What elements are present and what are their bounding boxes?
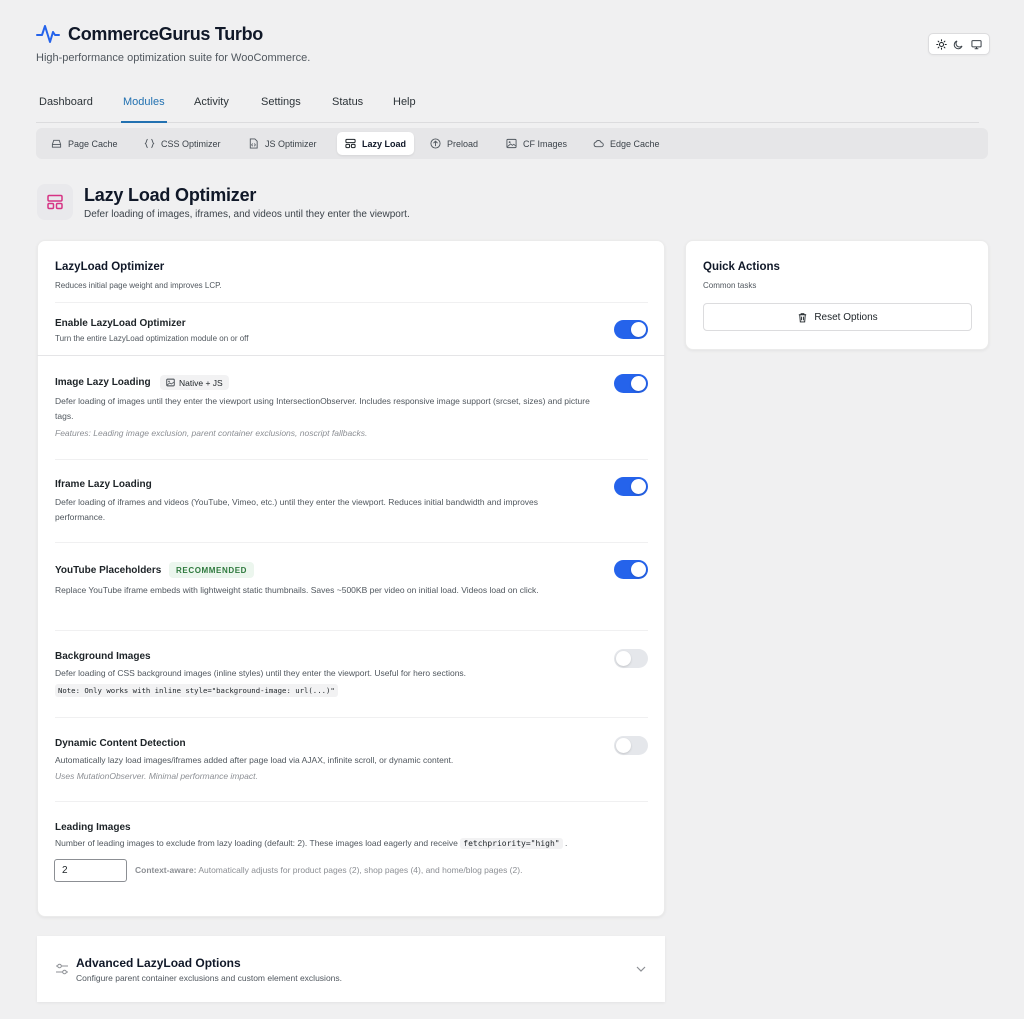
subtab-label: JS Optimizer [265,138,317,149]
background-images-desc: Defer loading of CSS background images (… [55,668,467,678]
background-images-toggle[interactable] [614,649,648,668]
image-lazy-toggle[interactable] [614,374,648,393]
leading-images-input[interactable] [54,859,127,882]
context-aware-text: Automatically adjusts for product pages … [198,865,523,875]
file-code-icon [248,138,259,149]
divider [55,459,648,460]
advanced-options-title: Advanced LazyLoad Options [76,956,241,970]
image-icon [166,378,175,387]
enable-title: Enable LazyLoad Optimizer [55,318,186,329]
quick-actions-card [685,240,989,350]
fetchpriority-code: fetchpriority="high" [460,838,563,849]
subtab-lazy-load[interactable]: Lazy Load [337,132,415,155]
context-aware-label: Context-aware: [135,865,197,875]
sun-icon[interactable] [936,38,947,50]
subtab-label: Edge Cache [610,138,660,149]
dynamic-content-note: Uses MutationObserver. Minimal performan… [55,771,258,781]
subtab-css-optimizer[interactable]: CSS Optimizer [136,132,229,155]
main-tabs: Dashboard Modules Activity Settings Stat… [36,94,979,123]
page-subtitle: Defer loading of images, iframes, and vi… [84,209,410,220]
chevron-down-icon[interactable] [635,964,647,974]
enable-lazyload-toggle[interactable] [614,320,648,339]
page-title: Lazy Load Optimizer [84,185,257,205]
leading-desc-suffix: . [564,838,568,848]
divider [55,630,648,631]
card-title: LazyLoad Optimizer [55,261,165,273]
background-images-title: Background Images [55,651,151,662]
theme-switcher [928,33,990,55]
divider [55,717,648,718]
tab-help[interactable]: Help [393,96,416,108]
subtab-js-optimizer[interactable]: JS Optimizer [240,132,325,155]
cloud-icon [593,138,604,149]
tab-activity[interactable]: Activity [194,96,229,108]
tab-settings[interactable]: Settings [261,96,301,108]
app-title: CommerceGurus Turbo [68,23,263,44]
subtab-label: Lazy Load [362,138,407,149]
tab-status[interactable]: Status [332,96,363,108]
image-lazy-desc: Defer loading of images until they enter… [55,396,590,421]
subtab-page-cache[interactable]: Page Cache [43,132,126,155]
advanced-options-subtitle: Configure parent container exclusions an… [76,973,343,983]
arrow-up-circle-icon [430,138,441,149]
subtab-label: CSS Optimizer [161,138,221,149]
reset-options-button[interactable]: Reset Options [703,303,972,331]
iframe-lazy-toggle[interactable] [614,477,648,496]
subtab-label: Preload [447,138,479,149]
moon-icon[interactable] [953,39,964,50]
dynamic-content-toggle[interactable] [614,736,648,755]
divider [55,801,648,802]
iframe-lazy-desc: Defer loading of iframes and videos (You… [55,497,539,522]
native-js-badge: Native + JS [160,375,229,390]
quick-actions-title: Quick Actions [703,261,780,273]
subtab-cf-images[interactable]: CF Images [498,132,575,155]
subtab-label: Page Cache [68,138,118,149]
divider [55,542,648,543]
background-images-note: Note: Only works with inline style="back… [55,684,338,697]
context-aware-note: Context-aware: Automatically adjusts for… [135,865,522,875]
youtube-placeholders-desc: Replace YouTube iframe embeds with light… [55,585,539,595]
leading-desc-text: Number of leading images to exclude from… [55,838,458,848]
monitor-icon[interactable] [971,39,982,50]
braces-icon [144,138,155,149]
app-subtitle: High-performance optimization suite for … [36,52,311,64]
image-lazy-note: Features: Leading image exclusion, paren… [55,428,368,438]
brand: CommerceGurus Turbo [36,23,263,45]
drive-icon [51,138,62,149]
sliders-icon [55,962,69,976]
dynamic-content-title: Dynamic Content Detection [55,738,186,749]
image-lazy-title: Image Lazy Loading [55,377,151,388]
subtab-edge-cache[interactable]: Edge Cache [585,132,668,155]
leading-images-title: Leading Images [55,822,131,833]
dynamic-content-desc: Automatically lazy load images/iframes a… [55,755,454,765]
image-icon [506,138,517,149]
subtab-label: CF Images [523,138,568,149]
card-subtitle: Reduces initial page weight and improves… [55,281,222,290]
trash-icon [797,312,808,323]
lazy-load-page-icon [37,184,73,220]
pulse-icon [36,23,60,45]
iframe-lazy-title: Iframe Lazy Loading [55,479,152,490]
leading-images-desc: Number of leading images to exclude from… [55,836,645,851]
tab-dashboard[interactable]: Dashboard [39,96,93,108]
layout-icon [345,138,356,149]
enable-desc: Turn the entire LazyLoad optimization mo… [55,334,249,343]
module-tabs: Page Cache CSS Optimizer JS Optimizer La… [36,128,988,159]
youtube-placeholders-title: YouTube Placeholders [55,565,162,576]
subtab-preload[interactable]: Preload [422,132,486,155]
recommended-badge: RECOMMENDED [169,562,255,578]
divider [55,302,648,303]
tab-modules[interactable]: Modules [121,96,167,123]
youtube-placeholders-toggle[interactable] [614,560,648,579]
badge-label: Native + JS [179,377,223,388]
reset-options-label: Reset Options [814,311,878,323]
divider [37,355,665,356]
quick-actions-subtitle: Common tasks [703,281,757,290]
